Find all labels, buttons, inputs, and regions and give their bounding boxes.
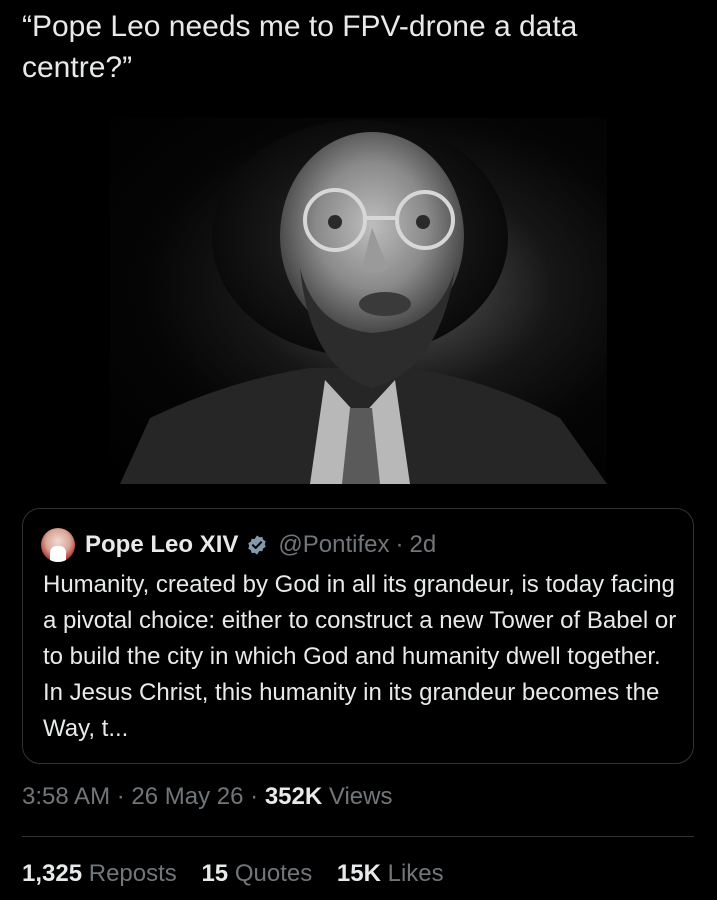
divider (22, 836, 694, 837)
reposts-count: 1,325 (22, 860, 83, 887)
quoted-post-card[interactable]: Pope Leo XIV @Pontifex · 2d Humanity, cr… (22, 508, 694, 764)
likes-label: Likes (387, 860, 444, 887)
reposts-stat[interactable]: 1,325 Reposts (22, 860, 177, 888)
quotes-label: Quotes (234, 860, 313, 887)
separator-dot: · (116, 783, 125, 810)
reposts-label: Reposts (88, 860, 177, 887)
quotes-stat[interactable]: 15 Quotes (201, 860, 312, 888)
quoted-post-age[interactable]: 2d (409, 531, 436, 559)
quoted-post-header: Pope Leo XIV @Pontifex · 2d (41, 527, 436, 563)
likes-count: 15K (336, 860, 381, 887)
post-time[interactable]: 3:58 AM (22, 783, 110, 810)
views-count: 352K (264, 783, 323, 810)
separator-dot: · (250, 783, 259, 810)
separator-dot: · (395, 531, 404, 558)
post-text: “Pope Leo needs me to FPV-drone a data c… (22, 10, 578, 84)
portrait-photo (120, 120, 607, 484)
avatar[interactable] (41, 528, 75, 562)
post-date[interactable]: 26 May 26 (131, 783, 243, 810)
engagement-stats: 1,325 Reposts 15 Quotes 15K Likes (22, 860, 462, 888)
quoted-author-name[interactable]: Pope Leo XIV (85, 531, 238, 559)
verified-badge-icon (248, 535, 267, 555)
quoted-author-handle[interactable]: @Pontifex (278, 531, 389, 559)
likes-stat[interactable]: 15K Likes (337, 860, 444, 888)
quotes-count: 15 (201, 860, 229, 887)
views-label: Views (328, 783, 393, 810)
post-meta: 3:58 AM · 26 May 26 · 352K Views (22, 783, 392, 811)
post-media-photo[interactable] (110, 118, 607, 484)
quoted-post-text: Humanity, created by God in all its gran… (43, 571, 677, 742)
